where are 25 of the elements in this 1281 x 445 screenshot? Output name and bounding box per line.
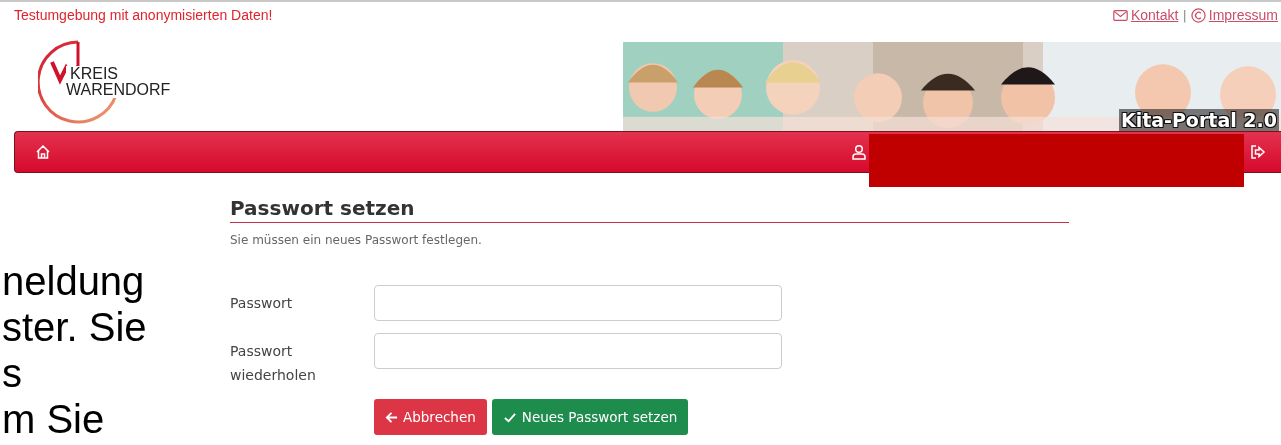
overlay-text: m Sie: [2, 396, 106, 442]
field-label: Passwort wiederholen: [230, 342, 317, 385]
cancel-button[interactable]: Abbrechen: [374, 399, 487, 435]
page-title: Passwort setzen: [230, 195, 1069, 223]
test-notice: Testumgebung mit anonymisierten Daten!: [14, 7, 273, 23]
copyright-icon: [1190, 7, 1206, 23]
password-field[interactable]: [374, 285, 782, 321]
link-separator: |: [1182, 7, 1187, 23]
overlay-text: neldung: [2, 258, 146, 304]
password-field[interactable]: [374, 333, 782, 369]
checkmark-icon: [502, 410, 517, 424]
envelope-icon: [1112, 9, 1128, 21]
home-icon[interactable]: [35, 144, 51, 160]
logo-text: KREIS WARENDORF: [66, 66, 171, 98]
submit-button[interactable]: Neues Passwort setzen: [491, 399, 689, 435]
logout-icon[interactable]: [1250, 144, 1266, 160]
field-label: Passwort: [230, 294, 294, 313]
overlay-text: s: [2, 350, 23, 396]
top-link[interactable]: Kontakt: [1112, 7, 1179, 23]
banner-title: Kita-Portal 2.0: [1118, 109, 1279, 131]
top-link[interactable]: Impressum: [1190, 7, 1278, 23]
page-subtitle: Sie müssen ein neues Passwort festlegen.: [230, 233, 483, 247]
arrow-left-icon: [385, 410, 398, 424]
overlay-text: ster. Sie: [2, 304, 147, 350]
user-icon[interactable]: [851, 144, 867, 160]
